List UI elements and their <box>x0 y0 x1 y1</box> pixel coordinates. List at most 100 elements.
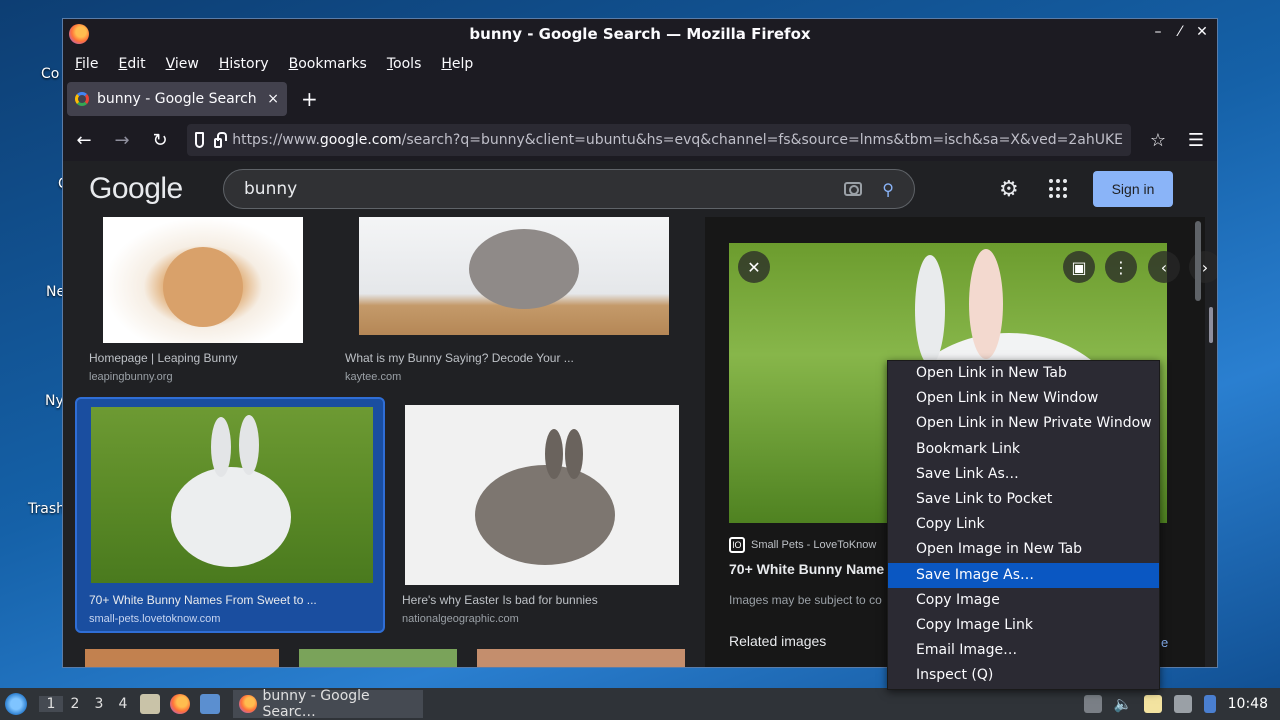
start-menu-icon[interactable] <box>5 693 27 715</box>
see-more-link[interactable]: e <box>1161 635 1168 650</box>
menu-bookmarks[interactable]: Bookmarks <box>289 56 367 72</box>
tray-up-arrow-icon[interactable] <box>1083 695 1102 713</box>
back-arrow-icon[interactable]: ← <box>73 130 95 151</box>
desktop-label-computer[interactable]: Co <box>41 66 59 82</box>
url-host: google.com <box>319 132 402 148</box>
url-path: /search?q=bunny&client=ubuntu&hs=evq&cha… <box>401 132 1123 148</box>
workspace-3[interactable]: 3 <box>87 696 111 712</box>
result-image-7[interactable] <box>477 649 685 667</box>
result-title-4[interactable]: Here's why Easter Is bad for bunnies <box>402 593 598 607</box>
reload-icon[interactable]: ↻ <box>149 130 171 151</box>
new-tab-button[interactable]: + <box>301 87 318 111</box>
more-options-icon[interactable]: ⋮ <box>1105 251 1137 283</box>
menu-edit[interactable]: Edit <box>118 56 145 72</box>
maximize-button[interactable]: ⁄ <box>1173 24 1187 40</box>
menu-inspect[interactable]: Inspect (Q) <box>888 663 1159 688</box>
lens-search-icon[interactable]: ▣ <box>1063 251 1095 283</box>
url-bar[interactable]: https://www.google.com/search?q=bunny&cl… <box>187 124 1131 156</box>
lovetoknow-logo-icon: lO <box>729 537 745 553</box>
result-image-3[interactable] <box>91 407 373 583</box>
bookmark-star-icon[interactable]: ☆ <box>1147 130 1169 151</box>
google-header: Google bunny ⚲ ⚙ Sign in <box>63 161 1217 217</box>
menu-open-link-new-window[interactable]: Open Link in New Window <box>888 386 1159 411</box>
search-query[interactable]: bunny <box>244 179 844 199</box>
menu-bookmark-link[interactable]: Bookmark Link <box>888 437 1159 462</box>
taskbar: 1 2 3 4 bunny - Google Searc… 🔈 10:48 <box>0 688 1280 720</box>
result-image-4[interactable] <box>405 405 679 585</box>
close-preview-icon[interactable]: ✕ <box>738 251 770 283</box>
menu-history[interactable]: History <box>219 56 269 72</box>
menu-help[interactable]: Help <box>441 56 473 72</box>
result-title-3[interactable]: 70+ White Bunny Names From Sweet to ... <box>89 593 317 607</box>
gear-icon[interactable]: ⚙ <box>999 177 1019 202</box>
menu-email-image[interactable]: Email Image… <box>888 638 1159 663</box>
desktop-label-ny[interactable]: Ny <box>45 393 64 409</box>
result-image-6[interactable] <box>299 649 457 667</box>
menu-view[interactable]: View <box>166 56 199 72</box>
workspace-2[interactable]: 2 <box>63 696 87 712</box>
clock[interactable]: 10:48 <box>1228 696 1268 712</box>
tab-google-search[interactable]: bunny - Google Search × <box>67 82 287 116</box>
lock-icon[interactable] <box>214 131 228 148</box>
menu-save-link-to-pocket[interactable]: Save Link to Pocket <box>888 487 1159 512</box>
update-notifier-icon[interactable] <box>1203 695 1216 713</box>
result-source-1: leapingbunny.org <box>89 371 173 383</box>
hamburger-menu-icon[interactable]: ☰ <box>1185 130 1207 151</box>
camera-icon[interactable] <box>844 182 863 196</box>
menu-open-link-new-tab[interactable]: Open Link in New Tab <box>888 361 1159 386</box>
next-image-icon[interactable]: › <box>1189 251 1217 283</box>
network-icon[interactable] <box>1173 695 1192 713</box>
preview-source-name: Small Pets - LoveToKnow <box>751 539 877 551</box>
menu-copy-image[interactable]: Copy Image <box>888 588 1159 613</box>
firefox-task-icon <box>239 695 257 713</box>
taskbar-task-title: bunny - Google Searc… <box>262 688 370 720</box>
apps-grid-icon[interactable] <box>1049 179 1069 199</box>
tracking-shield-icon[interactable] <box>195 132 205 148</box>
file-manager-icon[interactable] <box>140 694 160 714</box>
menu-save-link-as[interactable]: Save Link As… <box>888 462 1159 487</box>
workspace-4[interactable]: 4 <box>111 696 135 712</box>
taskbar-firefox-task[interactable]: bunny - Google Searc… <box>233 688 423 720</box>
menu-copy-image-link[interactable]: Copy Image Link <box>888 613 1159 638</box>
window-titlebar[interactable]: bunny - Google Search — Mozilla Firefox … <box>63 19 1217 49</box>
firefox-launcher-icon[interactable] <box>170 694 190 714</box>
volume-icon[interactable]: 🔈 <box>1114 695 1133 713</box>
firefox-logo-icon <box>69 24 89 44</box>
window-title: bunny - Google Search — Mozilla Firefox <box>469 25 811 43</box>
result-image-1[interactable] <box>103 217 303 343</box>
menu-open-image-new-tab[interactable]: Open Image in New Tab <box>888 537 1159 562</box>
close-window-button[interactable]: ✕ <box>1195 24 1209 40</box>
result-image-2[interactable] <box>359 217 669 335</box>
preview-source[interactable]: lO Small Pets - LoveToKnow <box>729 537 876 553</box>
url-text[interactable]: https://www.google.com/search?q=bunny&cl… <box>232 132 1123 148</box>
workspace-1[interactable]: 1 <box>39 696 63 712</box>
menu-open-link-private-window[interactable]: Open Link in New Private Window <box>888 411 1159 436</box>
result-title-2[interactable]: What is my Bunny Saying? Decode Your ... <box>345 351 574 365</box>
page-scrollbar[interactable] <box>1209 307 1213 343</box>
clipboard-icon[interactable] <box>1143 695 1162 713</box>
preview-title[interactable]: 70+ White Bunny Name <box>729 561 884 577</box>
desktop-icon[interactable] <box>200 694 220 714</box>
menu-copy-link[interactable]: Copy Link <box>888 512 1159 537</box>
preview-scrollbar[interactable] <box>1195 221 1201 301</box>
menu-save-image-as[interactable]: Save Image As… <box>888 562 1159 588</box>
rabbit-ear-shape <box>565 429 583 479</box>
result-title-1[interactable]: Homepage | Leaping Bunny <box>89 351 238 365</box>
related-images-heading: Related images <box>729 633 827 649</box>
image-results: Homepage | Leaping Bunny leapingbunny.or… <box>63 217 705 667</box>
forward-arrow-icon[interactable]: → <box>111 130 133 151</box>
minimize-button[interactable]: – <box>1151 24 1165 40</box>
sign-in-button[interactable]: Sign in <box>1093 171 1173 207</box>
tab-title: bunny - Google Search <box>97 91 257 107</box>
menu-tools[interactable]: Tools <box>387 56 422 72</box>
google-favicon-icon <box>75 92 89 106</box>
rabbit-body-shape <box>171 467 291 567</box>
desktop-label-trash[interactable]: Trash <box>28 501 65 517</box>
search-input[interactable]: bunny ⚲ <box>223 169 915 209</box>
previous-image-icon[interactable]: ‹ <box>1148 251 1180 283</box>
tab-close-icon[interactable]: × <box>267 91 279 107</box>
result-image-5[interactable] <box>85 649 279 667</box>
menu-file[interactable]: File <box>75 56 98 72</box>
search-icon[interactable]: ⚲ <box>882 180 894 199</box>
google-logo[interactable]: Google <box>89 172 183 206</box>
